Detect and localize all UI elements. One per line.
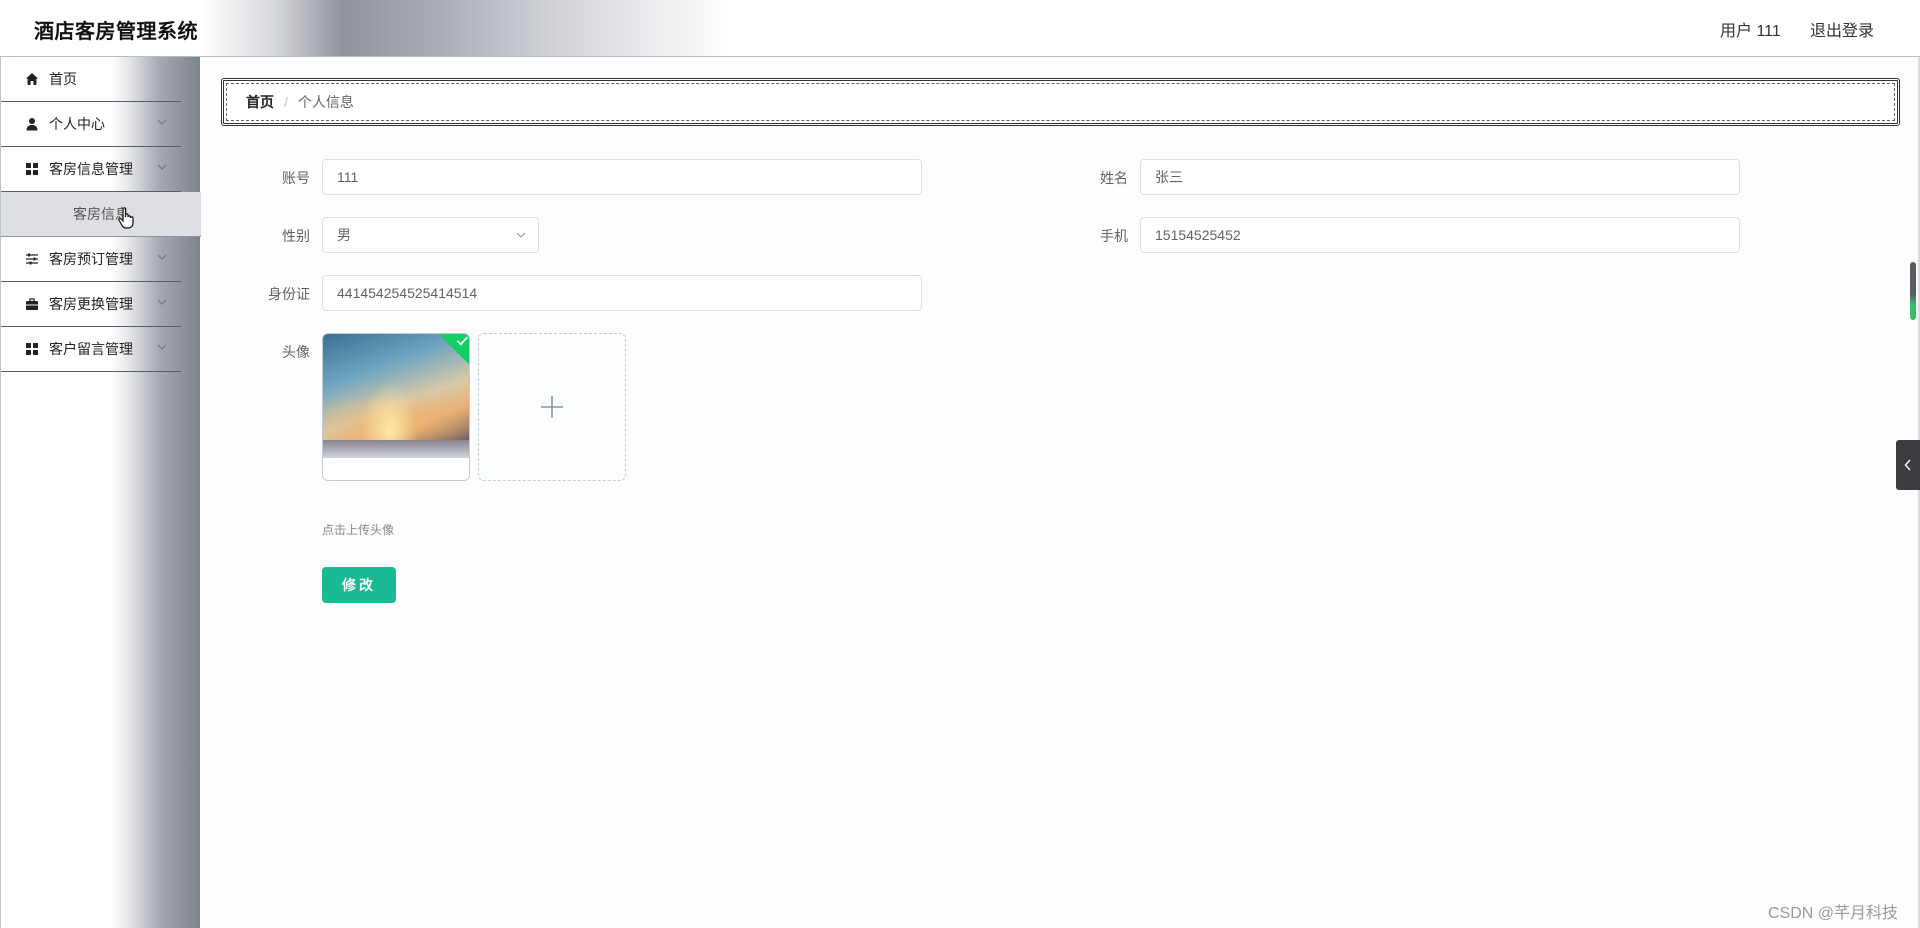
name-label: 姓名 (1100, 170, 1128, 186)
chevron-down-icon (157, 254, 167, 260)
account-label: 账号 (282, 170, 310, 186)
breadcrumb: 首页 / 个人信息 (221, 78, 1900, 126)
breadcrumb-home-link[interactable]: 首页 (246, 92, 274, 112)
sidebar-item-room-info-management[interactable]: 客房信息管理 (1, 147, 181, 192)
modify-button[interactable]: 修改 (322, 567, 396, 603)
breadcrumb-current: 个人信息 (297, 94, 354, 110)
phone-field[interactable]: 15154525452 (1140, 217, 1740, 253)
avatar-upload-tip: 点击上传头像 (322, 523, 395, 537)
grid-icon (25, 342, 39, 356)
chevron-down-icon (516, 232, 526, 238)
sidebar-item-label: 客房预订管理 (49, 251, 133, 267)
avatar-label: 头像 (282, 344, 310, 360)
header-gradient (200, 0, 730, 56)
side-panel-toggle[interactable] (1896, 440, 1920, 490)
scrollbar-thumb[interactable] (1910, 262, 1916, 320)
gender-value: 男 (337, 227, 351, 243)
sidebar-item-room-change-management[interactable]: 客房更换管理 (1, 282, 181, 327)
sidebar: 首页 个人中心 客房信息管理 客房信息 客房预订管理 客房更换管理 客户留言管理 (0, 57, 201, 928)
chevron-down-icon (157, 299, 167, 305)
sidebar-item-personal-center[interactable]: 个人中心 (1, 102, 181, 147)
sidebar-item-label: 个人中心 (49, 116, 105, 132)
briefcase-icon (25, 297, 39, 311)
id-card-value: 441454254525414514 (337, 285, 478, 301)
user-icon (25, 117, 39, 131)
name-field[interactable]: 张三 (1140, 159, 1740, 195)
avatar-thumbnail[interactable] (322, 333, 470, 481)
avatar-image (323, 334, 469, 458)
breadcrumb-separator: / (284, 94, 288, 110)
gender-label: 性别 (282, 228, 310, 244)
phone-label: 手机 (1100, 228, 1128, 244)
id-card-label: 身份证 (268, 286, 310, 302)
sidebar-subitem-room-info[interactable]: 客房信息 (1, 192, 201, 237)
chevron-down-icon (157, 119, 167, 125)
home-icon (25, 72, 39, 86)
sidebar-item-label: 客户留言管理 (49, 341, 133, 357)
current-user-label: 用户 111 (1720, 23, 1781, 40)
chevron-left-icon (1904, 459, 1911, 471)
sidebar-item-label: 客房信息管理 (49, 161, 133, 177)
plus-icon (541, 396, 563, 418)
sidebar-item-customer-message-management[interactable]: 客户留言管理 (1, 327, 181, 372)
chevron-down-icon (157, 164, 167, 170)
top-header: 酒店客房管理系统 用户 111 退出登录 (0, 0, 1920, 57)
account-field[interactable]: 111 (322, 159, 922, 195)
sidebar-item-label: 客房更换管理 (49, 296, 133, 312)
name-value: 张三 (1155, 169, 1183, 185)
sidebar-item-label: 首页 (49, 71, 77, 87)
grid-icon (25, 162, 39, 176)
id-card-field[interactable]: 441454254525414514 (322, 275, 922, 311)
watermark: CSDN @芊月科技 (1768, 905, 1899, 922)
sidebar-item-home[interactable]: 首页 (1, 57, 181, 102)
app-title: 酒店客房管理系统 (34, 21, 198, 43)
sliders-icon (25, 252, 39, 266)
gender-select[interactable]: 男 (322, 217, 539, 253)
chevron-down-icon (157, 344, 167, 350)
check-icon (456, 336, 468, 346)
sidebar-item-room-booking-management[interactable]: 客房预订管理 (1, 237, 181, 282)
avatar-image-foreground (323, 440, 469, 458)
phone-value: 15154525452 (1155, 227, 1241, 243)
logout-link[interactable]: 退出登录 (1810, 17, 1874, 41)
hand-cursor-icon (118, 207, 134, 229)
avatar-upload-button[interactable] (478, 333, 626, 481)
account-value: 111 (337, 169, 359, 185)
